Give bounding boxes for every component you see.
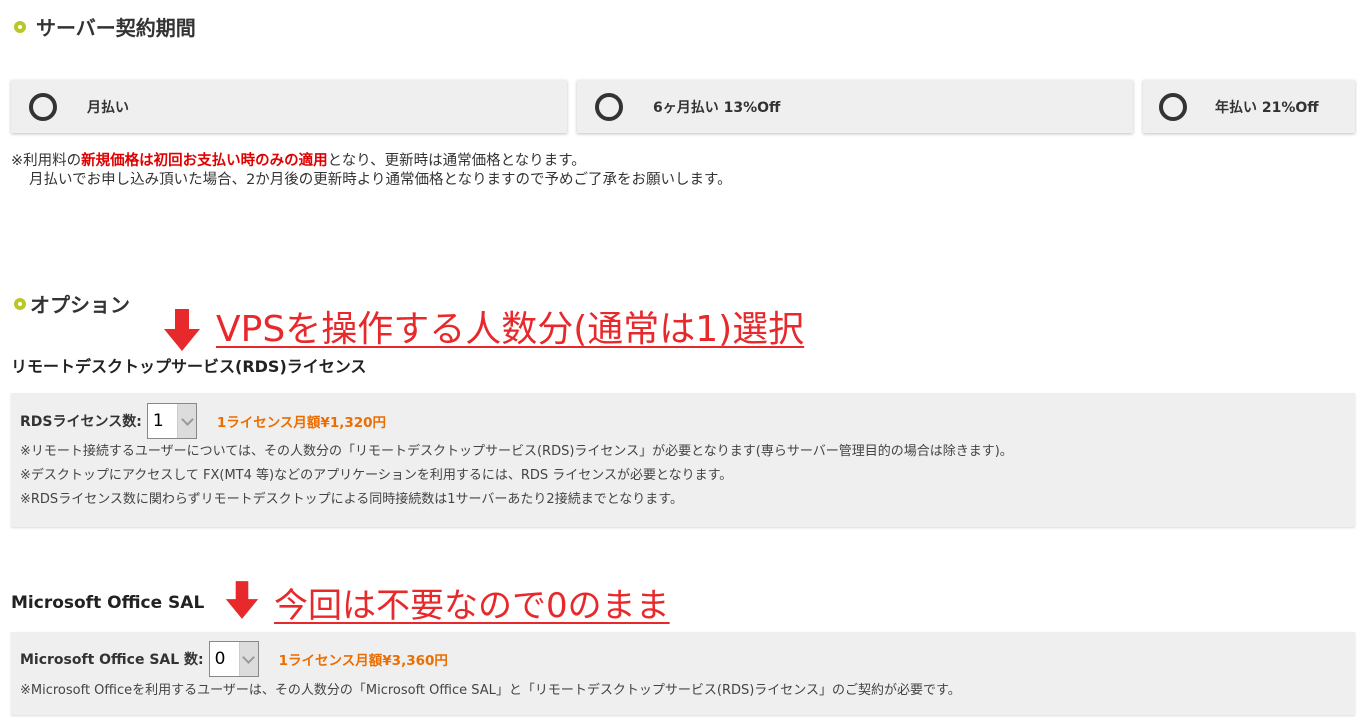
office-count-label: Microsoft Office SAL 数: (20, 652, 204, 668)
select-arrow (239, 642, 258, 676)
contract-note-2: 月払いでお申し込み頂いた場合、2か月後の更新時より通常価格となりますので予めご了… (29, 172, 732, 188)
contract-period-title: サーバー契約期間 (14, 12, 196, 41)
plan-label: 月払い (87, 99, 129, 116)
office-note: ※Microsoft Officeを利用するユーザーは、その人数分の「Micro… (20, 683, 961, 698)
chevron-down-icon (180, 412, 194, 426)
contract-note-1: ※利用料の新規価格は初回お支払い時のみの適用となり、更新時は通常価格となります。 (11, 153, 586, 169)
office-count-value: 0 (214, 649, 226, 669)
plan-option-6months[interactable]: 6ヶ月払い 13%Off (577, 80, 1133, 133)
office-box: Microsoft Office SAL 数: 0 1ライセンス月額¥3,360… (11, 632, 1355, 715)
circle-bullet-icon (14, 20, 26, 33)
annotation-rds: VPSを操作する人数分(通常は1)選択 (216, 309, 805, 350)
radio-circle-icon[interactable] (595, 92, 623, 121)
rds-count-label: RDSライセンス数: (20, 414, 142, 430)
office-count-select[interactable]: 0 (208, 641, 259, 677)
plan-label: 年払い 21%Off (1215, 99, 1319, 116)
radio-circle-icon[interactable] (29, 92, 57, 121)
select-arrow (177, 404, 196, 438)
rds-note-2: ※デスクトップにアクセスして FX(MT4 等)などのアプリケーションを利用する… (20, 468, 733, 483)
office-title: Microsoft Office SAL (11, 593, 205, 613)
rds-price: 1ライセンス月額¥1,320円 (216, 415, 387, 431)
rds-count-value: 1 (152, 411, 164, 431)
new-price-highlight: 新規価格は初回お支払い時のみの適用 (81, 153, 328, 169)
plan-option-yearly[interactable]: 年払い 21%Off (1143, 80, 1355, 133)
rds-note-3: ※RDSライセンス数に関わらずリモートデスクトップによる同時接続数は1サーバーあ… (20, 492, 684, 507)
office-price: 1ライセンス月額¥3,360円 (278, 653, 448, 669)
chevron-down-icon (242, 650, 256, 664)
annotation-office: 今回は不要なので0のまま (274, 586, 670, 626)
rds-title: リモートデスクトップサービス(RDS)ライセンス (11, 357, 367, 376)
plan-option-monthly[interactable]: 月払い (11, 80, 567, 133)
radio-circle-icon[interactable] (1159, 92, 1187, 121)
rds-box: RDSライセンス数: 1 1ライセンス月額¥1,320円 ※リモート接続するユー… (11, 393, 1355, 527)
red-arrow-down-icon (224, 580, 260, 620)
rds-count-select[interactable]: 1 (146, 403, 197, 439)
circle-bullet-icon (14, 297, 26, 310)
options-title: オプション (14, 289, 130, 318)
red-arrow-down-icon (162, 309, 202, 351)
plan-label: 6ヶ月払い 13%Off (653, 99, 781, 116)
rds-note-1: ※リモート接続するユーザーについては、その人数分の「リモートデスクトップサービス… (20, 444, 1013, 459)
